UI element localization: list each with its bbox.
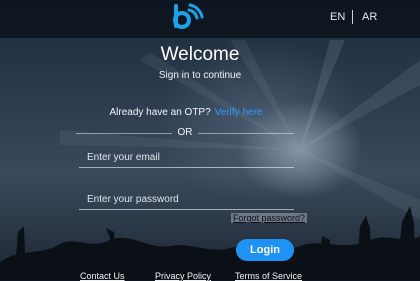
crowd-silhouette [0, 206, 420, 280]
separator-line-left [76, 133, 172, 134]
language-en-button[interactable]: EN [330, 11, 345, 23]
password-field[interactable] [79, 190, 294, 210]
separator-line-right [198, 133, 294, 134]
email-field[interactable] [79, 148, 294, 168]
forgot-password-link[interactable]: Forgot password? [231, 213, 308, 223]
page-subtitle: Sign in to continue [158, 70, 242, 81]
language-divider [352, 10, 353, 24]
language-ar-button[interactable]: AR [362, 11, 377, 23]
or-separator: OR [177, 127, 193, 138]
top-bar: EN AR [0, 0, 420, 38]
verify-otp-link[interactable]: Verify here [215, 107, 263, 118]
login-button[interactable]: Login [236, 239, 294, 261]
brand-b-wifi-logo-icon [173, 3, 204, 29]
page-title: Welcome [160, 44, 240, 65]
otp-row: Already have an OTP? Verify here [0, 107, 372, 118]
otp-prompt-text: Already have an OTP? [109, 107, 211, 118]
